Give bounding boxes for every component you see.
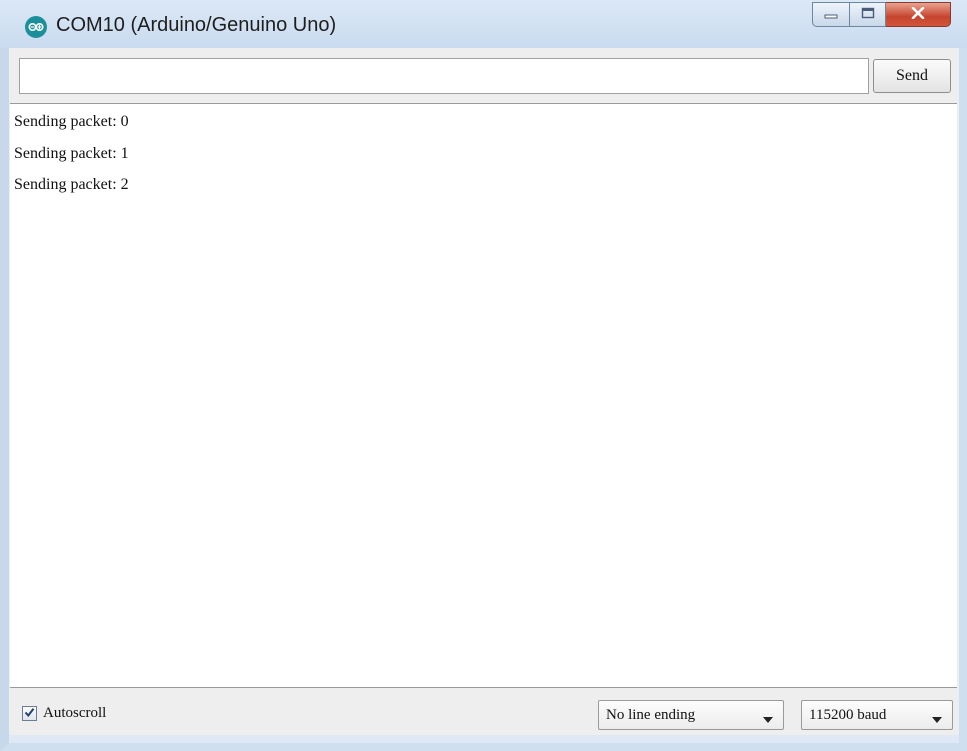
line-ending-dropdown[interactable]: No line ending [598, 700, 784, 730]
line-ending-value: No line ending [606, 706, 696, 723]
serial-monitor-content: Send Sending packet: 0 Sending packet: 1… [9, 48, 959, 735]
checkmark-icon [24, 705, 35, 723]
serial-output-area[interactable]: Sending packet: 0 Sending packet: 1 Send… [10, 103, 957, 688]
output-line: Sending packet: 0 [14, 113, 129, 130]
close-button[interactable] [886, 2, 951, 27]
arduino-infinity-icon [25, 16, 47, 38]
title-bar[interactable]: COM10 (Arduino/Genuino Uno) [0, 0, 967, 48]
send-button[interactable]: Send [873, 59, 951, 93]
maximize-icon [861, 6, 875, 24]
autoscroll-checkbox[interactable] [22, 706, 37, 721]
close-icon [911, 6, 925, 24]
dropdown-arrow-icon [932, 712, 942, 729]
output-line: Sending packet: 1 [14, 144, 129, 162]
window-title: COM10 (Arduino/Genuino Uno) [56, 14, 337, 36]
window-controls [812, 2, 951, 27]
minimize-button[interactable] [812, 2, 850, 27]
output-line: Sending packet: 2 [14, 176, 129, 193]
baud-rate-dropdown[interactable]: 115200 baud [801, 700, 953, 730]
maximize-button[interactable] [850, 2, 886, 27]
dropdown-arrow-icon [763, 712, 773, 729]
autoscroll-label: Autoscroll [43, 705, 107, 721]
serial-input-field[interactable] [19, 58, 869, 94]
minimize-icon [824, 6, 838, 24]
status-bar: Autoscroll No line ending 115200 baud [9, 689, 959, 735]
serial-monitor-window: COM10 (Arduino/Genuino Uno) Send Sending… [0, 0, 967, 751]
baud-rate-value: 115200 baud [809, 706, 887, 723]
